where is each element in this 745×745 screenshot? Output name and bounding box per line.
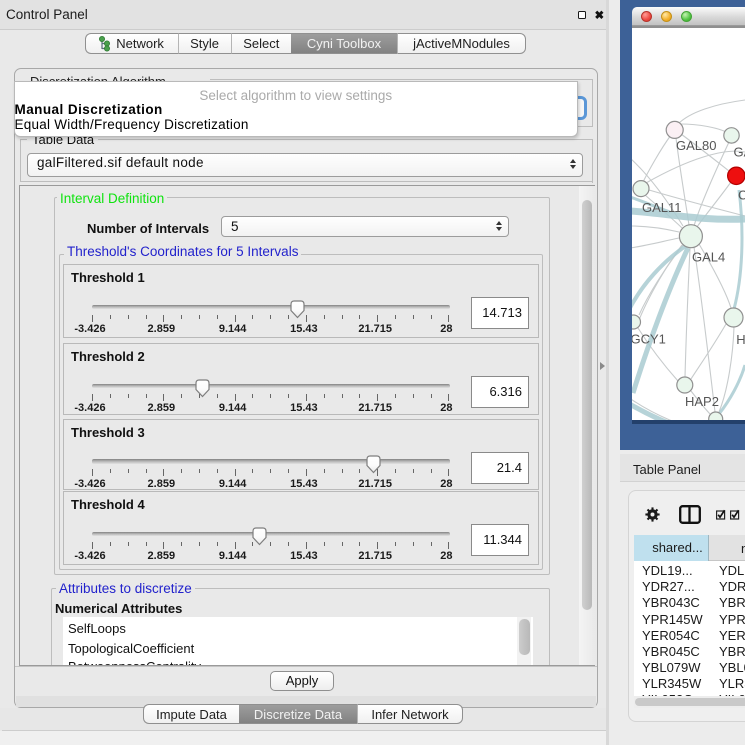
svg-text:GAL80: GAL80 (676, 138, 716, 153)
svg-text:GAL4: GAL4 (692, 250, 725, 265)
svg-text:C: C (738, 188, 745, 203)
svg-text:HAP2: HAP2 (685, 394, 719, 409)
svg-text:H: H (736, 332, 745, 347)
svg-text:GCY1: GCY1 (632, 332, 666, 347)
svg-text:GAL11: GAL11 (642, 200, 682, 215)
svg-text:GA: GA (734, 145, 745, 160)
